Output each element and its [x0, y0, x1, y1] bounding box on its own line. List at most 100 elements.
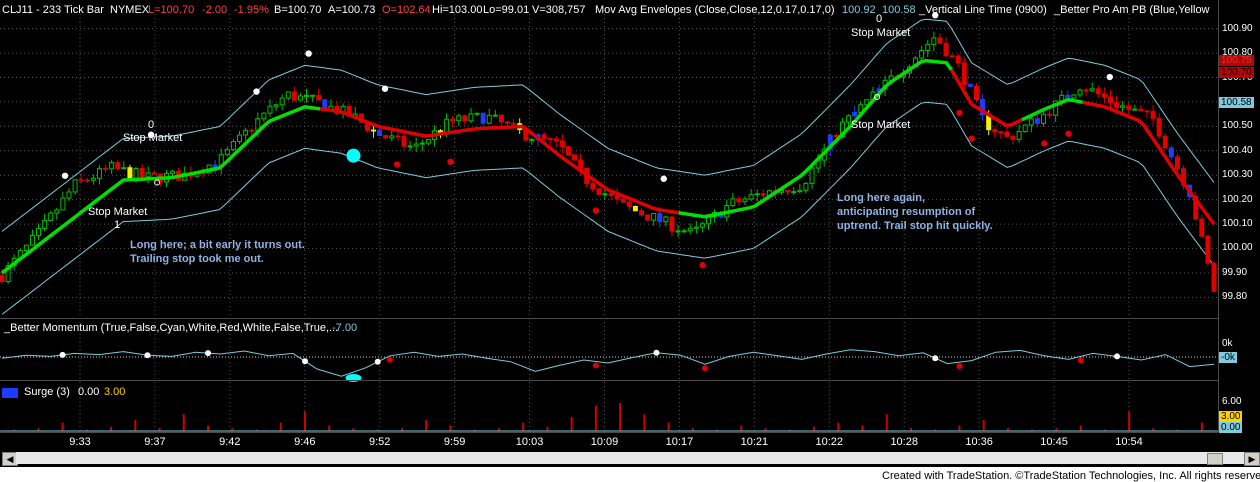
momentum-dot-white	[1114, 353, 1121, 360]
candle-body	[785, 189, 791, 193]
candle-body	[297, 95, 303, 101]
candle-body	[96, 167, 102, 179]
surge-bar	[667, 422, 670, 431]
time-tick-label: 9:37	[144, 436, 166, 448]
candle-body	[931, 37, 937, 45]
surge-bar	[207, 425, 210, 431]
envelope-lower-value: 100.58	[882, 4, 916, 16]
surge-bar	[1128, 411, 1131, 431]
sell-signal-dot	[1041, 140, 1048, 147]
price-tick-label: 100.90	[1222, 22, 1253, 34]
surge-bar	[546, 426, 549, 431]
candle-body	[462, 115, 468, 122]
candle-body	[0, 274, 5, 282]
momentum-value: -7.00	[332, 322, 358, 334]
time-tick-label: 9:33	[69, 436, 91, 448]
surge-bar	[449, 425, 452, 431]
surge-bar	[1200, 422, 1203, 431]
buy-signal-dot	[1106, 73, 1113, 81]
candle-body	[84, 179, 90, 182]
candle-body	[967, 83, 973, 87]
surge-bar	[643, 414, 646, 431]
candle-body	[456, 115, 462, 122]
candle-body	[371, 129, 377, 132]
candle-body	[486, 114, 492, 124]
candle-body	[170, 170, 176, 174]
buy-signal-dot	[305, 50, 312, 57]
candle-body	[127, 167, 133, 179]
candle-body	[498, 114, 504, 123]
candle-body	[833, 134, 839, 138]
net-change: -2.00	[202, 4, 228, 16]
candle-body	[955, 55, 961, 64]
candle-body	[992, 129, 998, 133]
time-tick-label: 10:17	[665, 436, 694, 448]
volume-label: V=308,757	[532, 4, 586, 16]
sell-signal-dot	[447, 158, 454, 165]
sell-signal-dot	[592, 207, 600, 214]
pct-change: -1.95%	[234, 4, 269, 16]
candle-body	[797, 189, 803, 193]
stop-order-2-label: Stop Market	[88, 206, 148, 218]
candle-body	[1071, 94, 1077, 99]
candle-body	[638, 210, 644, 216]
footer-credit: Created with TradeStation. ©TradeStation…	[882, 470, 1260, 482]
envelope-study-label: Mov Avg Envelopes (Close,Close,12,0.17,0…	[595, 4, 835, 16]
candle-body	[401, 135, 407, 147]
surge-bar	[570, 417, 573, 431]
buy-signal-dot	[61, 172, 69, 179]
surge-bar	[522, 422, 525, 431]
candle-body	[754, 193, 760, 196]
candle-body	[1132, 108, 1138, 111]
surge-bar	[182, 414, 185, 431]
surge-axis-3: 3.00	[1219, 411, 1243, 422]
buy-signal-dot	[660, 175, 667, 182]
candle-body	[632, 205, 638, 212]
candle-body	[60, 197, 66, 211]
candle-body	[291, 91, 297, 101]
candle-body	[693, 226, 699, 229]
candle-body	[224, 149, 230, 156]
bid-price: B=100.70	[274, 4, 322, 16]
candle-body	[645, 214, 651, 221]
scroll-right-button[interactable]: ▶	[1244, 452, 1260, 466]
candle-body	[596, 188, 602, 195]
candle-body	[529, 139, 535, 142]
candle-body	[1004, 131, 1010, 137]
candle-body	[48, 212, 54, 221]
candle-body	[145, 172, 151, 178]
time-tick-label: 10:03	[515, 436, 544, 448]
time-tick-label: 10:45	[1040, 436, 1068, 448]
horizontal-scrollbar[interactable]	[16, 452, 1246, 464]
sell-signal-dot	[1065, 130, 1072, 137]
symbol-label: CLJ11 - 233 Tick Bar	[2, 4, 104, 16]
surge-bar	[885, 414, 888, 431]
candle-body	[279, 97, 285, 106]
momentum-dot-white	[144, 352, 151, 359]
surge-bar	[958, 425, 961, 431]
candle-body	[72, 179, 78, 193]
candle-body	[846, 115, 852, 123]
entry-marker	[346, 148, 361, 163]
candle-body	[54, 209, 60, 214]
candle-body	[1040, 113, 1046, 124]
buy-signal-dot	[253, 88, 260, 95]
momentum-study-label: _Better Momentum (True,False,Cyan,White,…	[4, 322, 339, 334]
candle-body	[663, 216, 669, 223]
surge-bar	[328, 425, 331, 431]
price-tick-label: 100.30	[1222, 169, 1253, 181]
time-tick-label: 9:52	[368, 436, 391, 448]
time-tick-label: 10:09	[590, 436, 619, 448]
candle-body	[919, 49, 925, 59]
candle-body	[687, 227, 693, 232]
candle-body	[791, 191, 797, 194]
candle-body	[1010, 135, 1016, 140]
scrollbar-thumb[interactable]	[1207, 453, 1223, 465]
candle-body	[1089, 88, 1095, 92]
momentum-dot-red	[956, 363, 963, 370]
candle-body	[444, 118, 450, 133]
candle-body	[1162, 135, 1168, 149]
candle-body	[541, 134, 547, 139]
candle-body	[29, 234, 35, 246]
candle-body	[565, 146, 571, 156]
